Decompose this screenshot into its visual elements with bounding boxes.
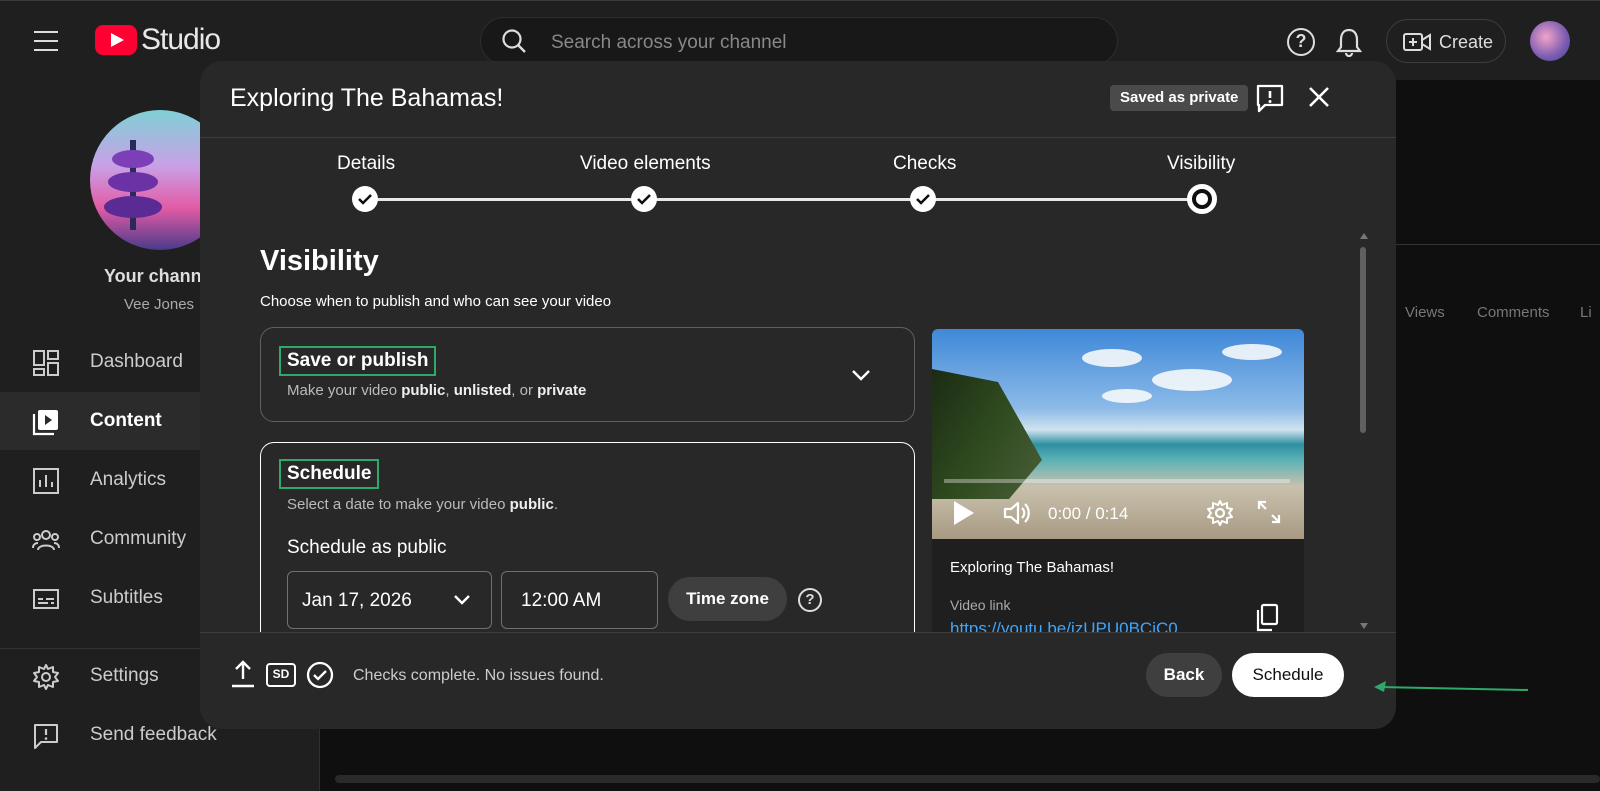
content-icon xyxy=(32,410,58,436)
time-picker[interactable]: 12:00 AM xyxy=(501,571,658,629)
chevron-down-icon xyxy=(454,595,470,605)
sidebar-item-label: Community xyxy=(90,528,187,549)
gear-icon xyxy=(33,664,59,690)
sidebar-item-label: Send feedback xyxy=(90,724,217,745)
dialog-title: Exploring The Bahamas! xyxy=(230,84,504,112)
dialog-footer: SD Checks complete. No issues found. Bac… xyxy=(200,632,1396,729)
column-header-views[interactable]: Views xyxy=(1405,304,1445,321)
fullscreen-icon[interactable] xyxy=(1256,499,1282,525)
sidebar-item-label: Subtitles xyxy=(90,587,163,608)
report-feedback-icon[interactable] xyxy=(1255,83,1285,113)
channel-name: Your chann xyxy=(104,266,202,286)
video-time: 0:00 / 0:14 xyxy=(1048,504,1129,523)
video-preview: 0:00 / 0:14 Exploring The Bahamas! Video… xyxy=(932,329,1304,649)
dialog-scrollbar[interactable] xyxy=(1360,247,1366,433)
video-camera-icon xyxy=(1403,33,1431,51)
volume-icon[interactable] xyxy=(1002,499,1032,527)
video-progress-bar[interactable] xyxy=(944,479,1290,483)
check-circle-icon[interactable] xyxy=(306,661,334,689)
play-icon[interactable] xyxy=(954,501,974,525)
header-divider xyxy=(200,137,1396,138)
search-bar[interactable]: Search across your channel xyxy=(480,17,1118,65)
analytics-icon xyxy=(33,468,59,494)
subtitles-icon xyxy=(33,589,59,609)
copy-icon[interactable] xyxy=(1254,603,1280,633)
step-visibility-label[interactable]: Visibility xyxy=(1167,153,1235,175)
account-avatar[interactable] xyxy=(1530,21,1570,61)
date-value: Jan 17, 2026 xyxy=(302,590,412,611)
scroll-up-arrow[interactable] xyxy=(1360,233,1368,239)
sidebar-item-label: Settings xyxy=(90,665,159,686)
close-icon[interactable] xyxy=(1308,86,1330,108)
stepper-track xyxy=(365,198,1205,201)
section-title: Visibility xyxy=(260,245,379,277)
save-or-publish-card[interactable]: Save or publish Make your video public, … xyxy=(260,327,915,422)
sidebar-item-label: Analytics xyxy=(90,469,167,490)
step-video-elements-check-icon[interactable] xyxy=(631,186,657,212)
dashboard-icon xyxy=(33,350,59,376)
save-or-publish-title: Save or publish xyxy=(279,346,437,376)
sidebar-item-label: Dashboard xyxy=(90,351,183,372)
step-visibility-current-dot[interactable] xyxy=(1187,184,1217,214)
studio-logo[interactable]: Studio xyxy=(95,23,221,57)
menu-icon[interactable] xyxy=(34,31,58,51)
preview-video-title: Exploring The Bahamas! xyxy=(950,559,1114,576)
upload-icon[interactable] xyxy=(230,659,256,689)
upload-dialog: Exploring The Bahamas! Saved as private … xyxy=(200,61,1396,729)
save-or-publish-desc: Make your video public, unlisted, or pri… xyxy=(287,382,587,399)
create-label: Create xyxy=(1439,32,1494,52)
create-button[interactable]: Create xyxy=(1386,19,1506,63)
annotation-arrow xyxy=(1374,681,1529,692)
channel-user: Vee Jones xyxy=(124,296,195,313)
video-link-label: Video link xyxy=(950,597,1011,613)
schedule-title: Schedule xyxy=(279,459,380,489)
step-checks-check-icon[interactable] xyxy=(910,186,936,212)
bell-icon[interactable] xyxy=(1336,27,1362,57)
gear-icon[interactable] xyxy=(1206,499,1234,527)
date-picker[interactable]: Jan 17, 2026 xyxy=(287,571,492,629)
chevron-down-icon[interactable] xyxy=(851,368,871,382)
scroll-down-arrow[interactable] xyxy=(1360,623,1368,629)
search-icon xyxy=(502,29,526,53)
schedule-as-public-label: Schedule as public xyxy=(287,537,447,558)
saved-status-badge: Saved as private xyxy=(1110,85,1249,111)
time-zone-button[interactable]: Time zone xyxy=(668,577,787,621)
feedback-icon xyxy=(34,724,58,749)
page-horizontal-scrollbar[interactable] xyxy=(335,775,1600,783)
help-icon[interactable]: ? xyxy=(1287,28,1315,56)
back-button[interactable]: Back xyxy=(1146,653,1222,697)
step-video-elements-label[interactable]: Video elements xyxy=(580,153,711,175)
sidebar-item-label: Content xyxy=(90,410,162,431)
time-value: 12:00 AM xyxy=(521,590,602,611)
checks-status: Checks complete. No issues found. xyxy=(353,667,604,684)
youtube-logo-icon xyxy=(95,25,137,55)
schedule-button[interactable]: Schedule xyxy=(1232,653,1344,697)
step-checks-label[interactable]: Checks xyxy=(893,153,956,175)
sd-quality-icon[interactable]: SD xyxy=(266,663,296,687)
help-icon[interactable]: ? xyxy=(798,588,822,612)
community-icon xyxy=(32,530,60,551)
logo-text: Studio xyxy=(141,23,221,56)
step-details-label[interactable]: Details xyxy=(337,153,395,175)
content-tabs-divider xyxy=(1372,244,1600,245)
step-details-check-icon[interactable] xyxy=(352,186,378,212)
column-header-likes[interactable]: Li xyxy=(1580,304,1592,321)
schedule-desc: Select a date to make your video public. xyxy=(287,496,558,513)
section-subtitle: Choose when to publish and who can see y… xyxy=(260,293,612,310)
column-header-comments[interactable]: Comments xyxy=(1477,304,1550,321)
search-input[interactable]: Search across your channel xyxy=(551,32,787,54)
video-player[interactable]: 0:00 / 0:14 xyxy=(932,329,1304,539)
